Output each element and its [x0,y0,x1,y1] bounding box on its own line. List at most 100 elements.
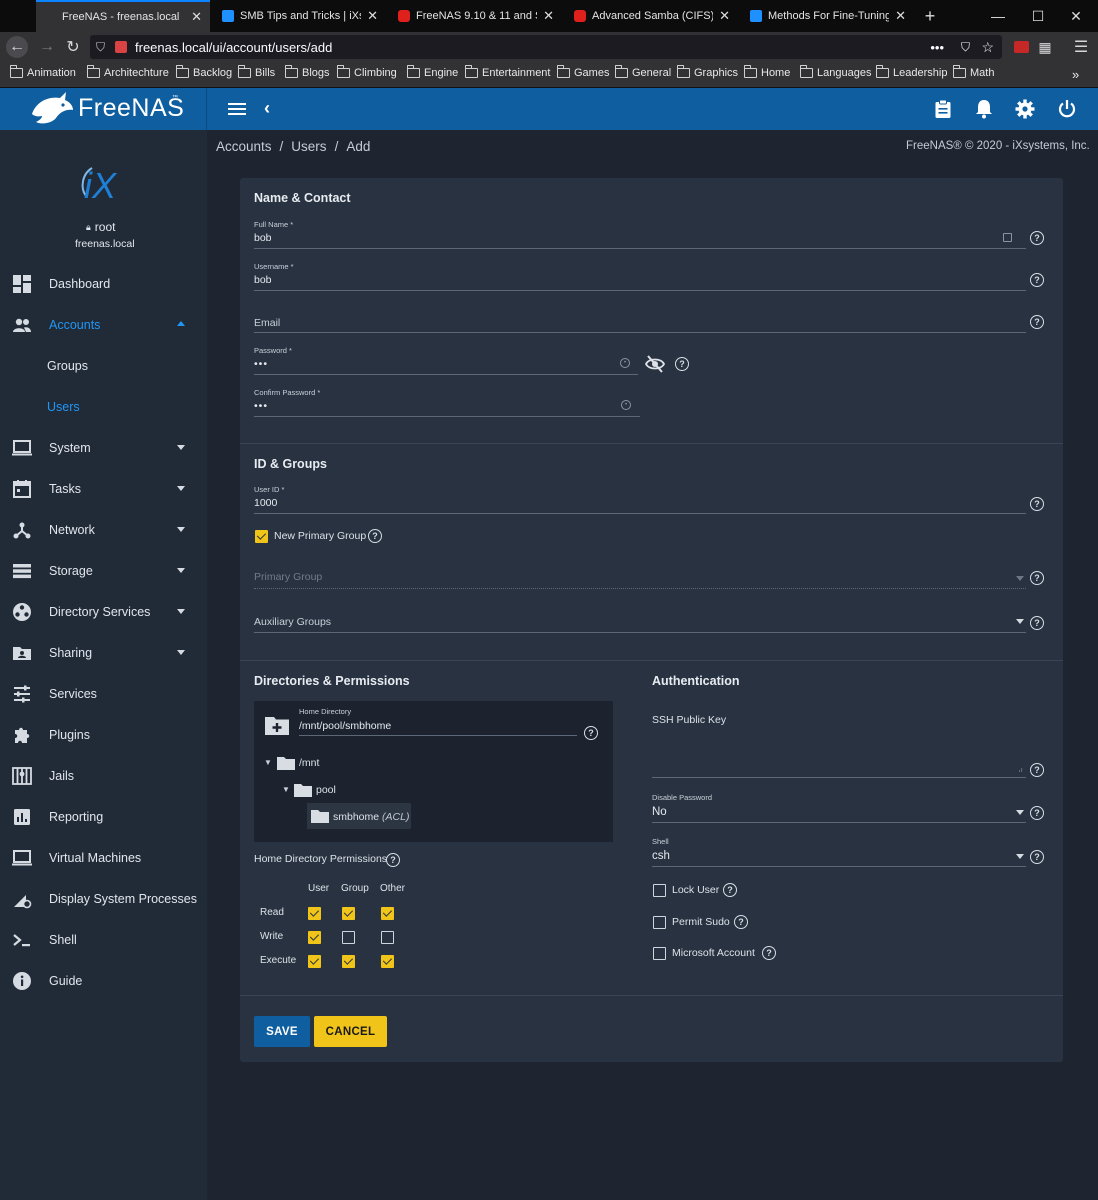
sidebar-item-accounts[interactable]: Accounts [0,304,207,345]
help-icon[interactable]: ? [1030,850,1044,864]
bookmark-folder[interactable]: Math [953,65,994,79]
url-bar[interactable]: ⛉ freenas.local/ui/account/users/add •••… [90,35,1002,59]
username-input[interactable]: bob [254,274,272,286]
pocket-icon[interactable]: ⛉ [961,40,970,55]
new-tab-plus-icon[interactable]: + [920,6,940,26]
help-icon[interactable]: ? [584,726,598,740]
reload-icon[interactable]: ↻ [62,36,84,58]
perm-read-user-checkbox[interactable] [308,907,321,920]
tree-expand-arrow-icon[interactable]: ▼ [282,785,290,794]
help-icon[interactable]: ? [386,853,400,867]
more-bookmarks-chevron-icon[interactable]: » [1072,67,1079,82]
primary-group-select[interactable]: Primary Group [254,571,322,583]
perm-write-other-checkbox[interactable] [381,931,394,944]
sidebar-item-groups[interactable]: Groups [0,345,207,386]
sidebar-item-display-system-processes[interactable]: Display System Processes [0,878,207,919]
sidebar-item-system[interactable]: System [0,427,207,468]
sidebar-item-directory-services[interactable]: Directory Services [0,591,207,632]
sidebar-item-plugins[interactable]: Plugins [0,714,207,755]
breadcrumb-users[interactable]: Users [291,139,326,154]
bookmark-folder[interactable]: General [615,65,671,79]
tree-expand-arrow-icon[interactable]: ▼ [264,758,272,767]
bookmark-folder[interactable]: Engine [407,65,458,79]
sidebar-item-services[interactable]: Services [0,673,207,714]
sidebar-item-jails[interactable]: Jails [0,755,207,796]
bookmark-folder[interactable]: Architechture [87,65,169,79]
bookmark-folder[interactable]: Languages [800,65,871,79]
help-icon[interactable]: ? [675,357,689,371]
minimize-icon[interactable]: — [988,6,1008,26]
perm-read-group-checkbox[interactable] [342,907,355,920]
tree-node-pool[interactable]: pool [316,784,336,796]
hamburger-menu-icon[interactable]: ☰ [1070,36,1092,58]
back-arrow-icon[interactable]: ← [6,36,28,58]
close-icon[interactable]: ✕ [543,8,554,24]
browser-tab[interactable]: SMB Tips and Tricks | iXsyste ✕ [212,0,386,32]
new-primary-group-checkbox[interactable] [255,530,268,543]
sidebar-item-virtual-machines[interactable]: Virtual Machines [0,837,207,878]
bookmark-folder[interactable]: Entertainment [465,65,550,79]
help-icon[interactable]: ? [1030,231,1044,245]
eye-off-icon[interactable] [645,355,665,373]
brand-logo[interactable]: FreeNAS ™ [0,88,207,130]
more-actions-icon[interactable]: ••• [930,40,944,55]
perm-execute-user-checkbox[interactable] [308,955,321,968]
resize-handle-icon[interactable]: ⠴ [1018,766,1023,774]
home-directory-input[interactable]: /mnt/pool/smbhome [299,720,391,732]
auxiliary-groups-select[interactable]: Auxiliary Groups [254,616,331,628]
sidebar-item-users[interactable]: Users [0,386,207,427]
shell-select[interactable]: csh [652,850,670,862]
browser-tab[interactable]: FreeNAS - freenas.local ✕ [36,0,210,32]
disable-password-select[interactable]: No [652,806,667,818]
close-icon[interactable]: ✕ [895,8,906,24]
cancel-button[interactable]: CANCEL [314,1016,387,1047]
bookmark-folder[interactable]: Games [557,65,609,79]
browser-tab[interactable]: Advanced Samba (CIFS) pe ✕ [564,0,738,32]
close-icon[interactable]: ✕ [191,9,202,25]
sidebar-item-network[interactable]: Network [0,509,207,550]
bookmark-folder[interactable]: Home [744,65,790,79]
full-name-input[interactable]: bob [254,232,272,244]
maximize-icon[interactable]: ☐ [1028,6,1048,26]
sidebar-item-sharing[interactable]: Sharing [0,632,207,673]
bookmark-folder[interactable]: Blogs [285,65,330,79]
perm-read-other-checkbox[interactable] [381,907,394,920]
permit-sudo-checkbox[interactable] [653,916,666,929]
sidebar-item-storage[interactable]: Storage [0,550,207,591]
bookmark-folder[interactable]: Backlog [176,65,232,79]
close-icon[interactable]: ✕ [719,8,730,24]
browser-tab[interactable]: Methods For Fine-Tuning S ✕ [740,0,914,32]
breadcrumb-accounts[interactable]: Accounts [216,139,272,154]
perm-execute-other-checkbox[interactable] [381,955,394,968]
collapse-chevron-left-icon[interactable]: ‹ [264,98,270,119]
help-icon[interactable]: ? [1030,273,1044,287]
browser-tab[interactable]: FreeNAS 9.10 & 11 and Sam ✕ [388,0,562,32]
autofill-icon[interactable] [1003,233,1012,242]
microsoft-account-checkbox[interactable] [653,947,666,960]
clipboard-icon[interactable] [934,99,952,119]
perm-execute-group-checkbox[interactable] [342,955,355,968]
help-icon[interactable]: ? [1030,806,1044,820]
gear-icon[interactable] [1015,99,1035,119]
help-icon[interactable]: ? [762,946,776,960]
perm-write-user-checkbox[interactable] [308,931,321,944]
window-close-icon[interactable]: ✕ [1066,6,1086,26]
help-icon[interactable]: ? [1030,571,1044,585]
sidebar-item-shell[interactable]: Shell [0,919,207,960]
bookmark-star-icon[interactable]: ☆ [981,39,994,56]
help-icon[interactable]: ? [1030,497,1044,511]
email-input[interactable]: Email [254,317,280,329]
save-button[interactable]: SAVE [254,1016,310,1047]
extension-icon[interactable] [1010,36,1032,58]
sidebar-item-tasks[interactable]: Tasks [0,468,207,509]
bookmark-folder[interactable]: Climbing [337,65,397,79]
help-icon[interactable]: ? [1030,315,1044,329]
bookmark-folder[interactable]: Bills [238,65,275,79]
power-icon[interactable] [1057,99,1077,119]
bookmark-folder[interactable]: Animation [10,65,76,79]
bookmark-folder[interactable]: Graphics [677,65,738,79]
close-icon[interactable]: ✕ [367,8,378,24]
bookmark-folder[interactable]: Leadership [876,65,947,79]
perm-write-group-checkbox[interactable] [342,931,355,944]
sidebar-item-dashboard[interactable]: Dashboard [0,263,207,304]
